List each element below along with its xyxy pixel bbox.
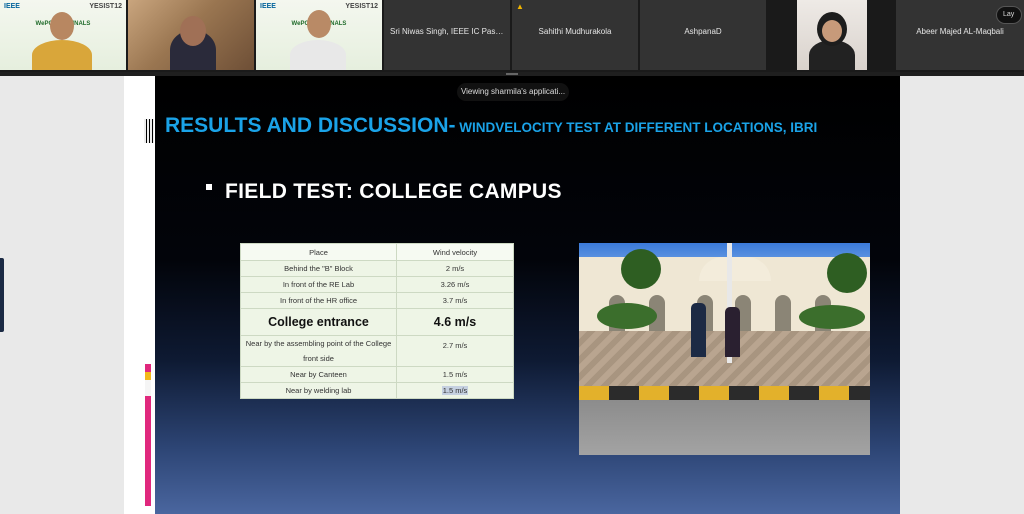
table-cell-place: Behind the "B" Block: [240, 260, 397, 277]
table-header-row: Place Wind velocity: [240, 243, 514, 261]
table-row: Near by welding lab 1.5 m/s: [240, 382, 514, 399]
video-conference-app: IEEE YESIST12 WePOWER FINALS IEEE YESIST…: [0, 0, 1024, 514]
palm-tree: [827, 253, 867, 293]
table-row-highlighted: College entrance 4.6 m/s: [240, 308, 514, 336]
wind-velocity-table: Place Wind velocity Behind the "B" Block…: [240, 243, 514, 399]
student-figure: [725, 307, 740, 357]
participant-name: Abeer Majed AL-Maqbali: [916, 27, 1004, 36]
table-cell-place: In front of the RE Lab: [240, 276, 397, 293]
participant-tile[interactable]: IEEE YESIST12 WePOWER FINALS: [0, 0, 126, 70]
student-figure: [691, 303, 706, 357]
participant-body: [32, 40, 92, 70]
warning-icon: ▲: [516, 2, 524, 11]
side-panel-toggle[interactable]: [0, 258, 4, 332]
slide-title-sub: WINDVELOCITY TEST AT DIFFERENT LOCATIONS…: [455, 120, 818, 135]
participant-tile[interactable]: Sri Niwas Singh, IEEE IC Past ...: [384, 0, 510, 70]
barcode-decoration: [144, 119, 154, 143]
building-arch: [775, 295, 791, 331]
table-row: Near by Canteen 1.5 m/s: [240, 366, 514, 383]
painted-curb: [579, 386, 870, 400]
bullet-marker: [206, 184, 212, 190]
participant-tile[interactable]: [797, 0, 867, 70]
table-cell-velocity: 1.5 m/s: [396, 382, 514, 399]
ieee-logo: IEEE: [4, 3, 20, 10]
participant-name: Sri Niwas Singh, IEEE IC Past ...: [390, 27, 507, 36]
participant-head: [822, 20, 842, 42]
table-header-velocity: Wind velocity: [396, 243, 514, 261]
event-logo: YESIST12: [89, 3, 122, 10]
table-cell-velocity: 3.7 m/s: [396, 292, 514, 309]
layout-button[interactable]: Lay: [996, 6, 1022, 24]
table-cell-velocity: 3.26 m/s: [396, 276, 514, 293]
slide-title-main: RESULTS AND DISCUSSION-: [165, 114, 456, 137]
table-cell-place: Near by welding lab: [240, 382, 397, 399]
building-dome: [699, 257, 771, 281]
participant-head: [307, 10, 331, 38]
participant-tile[interactable]: IEEE YESIST12 WePOWER FINALS: [256, 0, 382, 70]
resize-handle[interactable]: [506, 73, 518, 75]
ieee-logo: IEEE: [260, 3, 276, 10]
participant-tile[interactable]: ▲ Sahithi Mudhurakola: [512, 0, 638, 70]
slide-title: RESULTS AND DISCUSSION- WINDVELOCITY TES…: [165, 114, 817, 138]
participant-tile[interactable]: Abeer Majed AL-Maqbali Lay: [896, 0, 1024, 70]
participant-tile[interactable]: [128, 0, 254, 70]
palm-tree: [621, 249, 661, 289]
participant-head: [180, 16, 206, 46]
table-header-place: Place: [240, 243, 397, 261]
table-cell-place: Near by Canteen: [240, 366, 397, 383]
table-row: In front of the RE Lab 3.26 m/s: [240, 276, 514, 293]
decorative-stripe: [145, 380, 151, 396]
participant-head: [50, 12, 74, 40]
table-row: In front of the HR office 3.7 m/s: [240, 292, 514, 309]
campus-photo: [579, 243, 870, 455]
table-cell-velocity: 4.6 m/s: [396, 308, 514, 336]
shrubs: [597, 303, 657, 329]
table-row: Behind the "B" Block 2 m/s: [240, 260, 514, 277]
road: [579, 400, 870, 455]
table-cell-velocity: 1.5 m/s: [396, 366, 514, 383]
decorative-stripe: [145, 364, 151, 372]
screen-share-banner[interactable]: Viewing sharmila's applicati...: [457, 83, 569, 101]
participant-name: Sahithi Mudhurakola: [538, 27, 612, 36]
presentation-slide: Viewing sharmila's applicati... RESULTS …: [124, 76, 900, 514]
selected-text: 1.5 m/s: [441, 386, 469, 395]
participant-body: [290, 40, 346, 70]
table-cell-velocity: 2 m/s: [396, 260, 514, 277]
event-logo: YESIST12: [345, 3, 378, 10]
table-cell-velocity: 2.7 m/s: [396, 335, 514, 367]
participant-tile[interactable]: AshpanaD: [640, 0, 766, 70]
decorative-stripe: [145, 372, 151, 380]
table-cell-place: In front of the HR office: [240, 292, 397, 309]
shrubs: [799, 305, 865, 329]
table-row: Near by the assembling point of the Coll…: [240, 335, 514, 367]
participant-strip: IEEE YESIST12 WePOWER FINALS IEEE YESIST…: [0, 0, 1024, 72]
table-cell-place: Near by the assembling point of the Coll…: [240, 335, 397, 367]
slide-bullet-text: FIELD TEST: COLLEGE CAMPUS: [225, 180, 562, 203]
decorative-stripe: [145, 396, 151, 506]
participant-name: AshpanaD: [684, 27, 722, 36]
table-cell-place: College entrance: [240, 308, 397, 336]
